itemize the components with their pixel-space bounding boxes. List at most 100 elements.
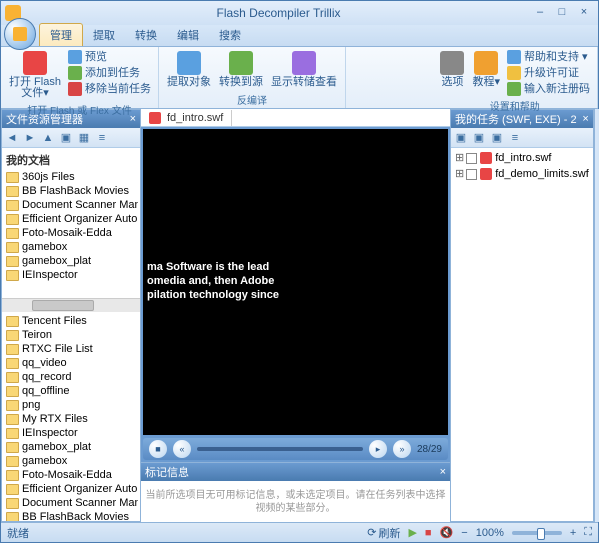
folder-item[interactable]: BB FlashBack Movies xyxy=(4,510,138,521)
back-icon[interactable]: ◄ xyxy=(4,130,20,146)
folder-icon xyxy=(6,442,19,453)
player-controls: ■ « ▸ » 28/29 xyxy=(143,438,448,460)
upgrade-license-button[interactable]: 升级许可证 xyxy=(504,65,593,81)
extract-objects-button[interactable]: 提取对象 xyxy=(163,49,215,90)
grid-icon[interactable]: ▦ xyxy=(76,130,92,146)
show-dump-button[interactable]: 显示转储查看 xyxy=(267,49,341,90)
expand-icon[interactable]: ⊞ xyxy=(455,167,464,181)
tab-edit[interactable]: 编辑 xyxy=(167,24,209,46)
folder-item[interactable]: gamebox_plat xyxy=(4,440,138,454)
stop-button[interactable]: ■ xyxy=(149,440,167,458)
folder-icon xyxy=(6,316,19,327)
folder-icon xyxy=(6,428,19,439)
folder-item[interactable]: gamebox_plat xyxy=(4,254,138,268)
zoom-out-icon[interactable]: − xyxy=(461,527,467,539)
tutorial-button[interactable]: 教程▾ xyxy=(468,49,504,90)
checkbox[interactable] xyxy=(466,153,477,164)
folder-item[interactable]: Efficient Organizer AutoBackup xyxy=(4,482,138,496)
mute-icon[interactable]: 🔇 xyxy=(440,526,454,539)
folder-item[interactable]: Efficient Organizer AutoBackup xyxy=(4,212,138,226)
close-button[interactable]: × xyxy=(574,6,594,20)
t4-icon[interactable]: ≡ xyxy=(507,130,523,146)
collapse-tab[interactable]: 收起栏 xyxy=(594,109,599,522)
list-icon[interactable]: ≡ xyxy=(94,130,110,146)
folder-item[interactable]: Document Scanner Manager xyxy=(4,198,138,212)
t3-icon[interactable]: ▣ xyxy=(489,130,505,146)
folder-item[interactable]: gamebox xyxy=(4,454,138,468)
folder-item[interactable]: IEInspector xyxy=(4,268,138,282)
tasks-toolbar: ▣▣▣≡ xyxy=(451,128,593,148)
folder-item[interactable]: Foto-Mosaik-Edda xyxy=(4,468,138,482)
options-button[interactable]: 选项 xyxy=(436,49,468,90)
convert-to-source-button[interactable]: 转换到源 xyxy=(215,49,267,90)
task-item[interactable]: ⊞fd_intro.swf xyxy=(453,150,591,166)
folder-icon[interactable]: ▣ xyxy=(58,130,74,146)
folder-item[interactable]: Document Scanner Manager Images xyxy=(4,496,138,510)
folder-item[interactable]: Tencent Files xyxy=(4,314,138,328)
enter-code-button[interactable]: 输入新注册码 xyxy=(504,81,593,97)
open-flash-button[interactable]: 打开 Flash 文件▾ xyxy=(5,49,65,101)
expand-icon[interactable]: ⊞ xyxy=(455,151,464,165)
marks-title: 标记信息 xyxy=(145,464,189,480)
swf-icon xyxy=(149,112,161,124)
ribbon: 打开 Flash 文件▾ 预览 添加到任务 移除当前任务 打开 Flash 或 … xyxy=(1,47,598,109)
forward-button[interactable]: » xyxy=(393,440,411,458)
window-title: Flash Decompiler Trillix xyxy=(27,6,530,20)
folder-icon xyxy=(6,498,19,509)
rewind-button[interactable]: « xyxy=(173,440,191,458)
folder-item[interactable]: Teiron xyxy=(4,328,138,342)
fwd-icon[interactable]: ► xyxy=(22,130,38,146)
remove-task-button[interactable]: 移除当前任务 xyxy=(65,81,154,97)
task-item[interactable]: ⊞fd_demo_limits.swf xyxy=(453,166,591,182)
folder-item[interactable]: qq_video xyxy=(4,356,138,370)
swf-icon xyxy=(480,152,492,164)
folder-item[interactable]: My RTX Files xyxy=(4,412,138,426)
folder-item[interactable]: IEInspector xyxy=(4,426,138,440)
tab-manage[interactable]: 管理 xyxy=(39,23,83,46)
app-menu-orb[interactable] xyxy=(4,18,36,50)
folder-icon xyxy=(6,186,19,197)
folder-icon xyxy=(6,512,19,522)
folder-item[interactable]: Foto-Mosaik-Edda xyxy=(4,226,138,240)
hscroll[interactable] xyxy=(2,298,140,312)
preview-button[interactable]: 预览 xyxy=(65,49,154,65)
folder-item[interactable]: BB FlashBack Movies xyxy=(4,184,138,198)
folder-icon xyxy=(6,330,19,341)
tab-extract[interactable]: 提取 xyxy=(83,24,125,46)
zoom-in-icon[interactable]: + xyxy=(570,527,576,539)
file-explorer-panel: 文件资源管理器× ◄►▲▣▦≡ 我的文档 360js FilesBB Flash… xyxy=(1,109,141,522)
folder-item[interactable]: gamebox xyxy=(4,240,138,254)
folder-icon xyxy=(6,414,19,425)
folder-item[interactable]: png xyxy=(4,398,138,412)
play-all-icon[interactable]: ▶ xyxy=(408,526,416,539)
flash-stage: ma Software is the lead omedia and, then… xyxy=(143,129,448,435)
play-button[interactable]: ▸ xyxy=(369,440,387,458)
maximize-button[interactable]: □ xyxy=(552,6,572,20)
folder-item[interactable]: 360js Files xyxy=(4,170,138,184)
folder-icon xyxy=(6,400,19,411)
tab-search[interactable]: 搜索 xyxy=(209,24,251,46)
minimize-button[interactable]: – xyxy=(530,6,550,20)
t2-icon[interactable]: ▣ xyxy=(471,130,487,146)
folder-icon xyxy=(6,456,19,467)
tasks-close-icon[interactable]: × xyxy=(582,113,588,125)
folder-item[interactable]: qq_offline xyxy=(4,384,138,398)
zoom-slider[interactable] xyxy=(512,531,562,535)
refresh-button[interactable]: ⟳ 刷新 xyxy=(367,525,400,541)
up-icon[interactable]: ▲ xyxy=(40,130,56,146)
checkbox[interactable] xyxy=(466,169,477,180)
fit-icon[interactable]: ⛶ xyxy=(584,526,592,539)
file-explorer-toolbar: ◄►▲▣▦≡ xyxy=(2,128,140,148)
help-support-button[interactable]: 帮助和支持 ▾ xyxy=(504,49,593,65)
swf-tab[interactable]: fd_intro.swf xyxy=(141,110,232,126)
add-task-button[interactable]: 添加到任务 xyxy=(65,65,154,81)
marks-close-icon[interactable]: × xyxy=(440,466,446,478)
seek-track[interactable] xyxy=(197,447,363,451)
folder-item[interactable]: qq_record xyxy=(4,370,138,384)
frame-counter: 28/29 xyxy=(417,444,442,455)
stop-all-icon[interactable]: ■ xyxy=(425,527,432,539)
t1-icon[interactable]: ▣ xyxy=(453,130,469,146)
mydocs-header[interactable]: 我的文档 xyxy=(4,150,138,170)
folder-item[interactable]: RTXC File List xyxy=(4,342,138,356)
tab-convert[interactable]: 转换 xyxy=(125,24,167,46)
